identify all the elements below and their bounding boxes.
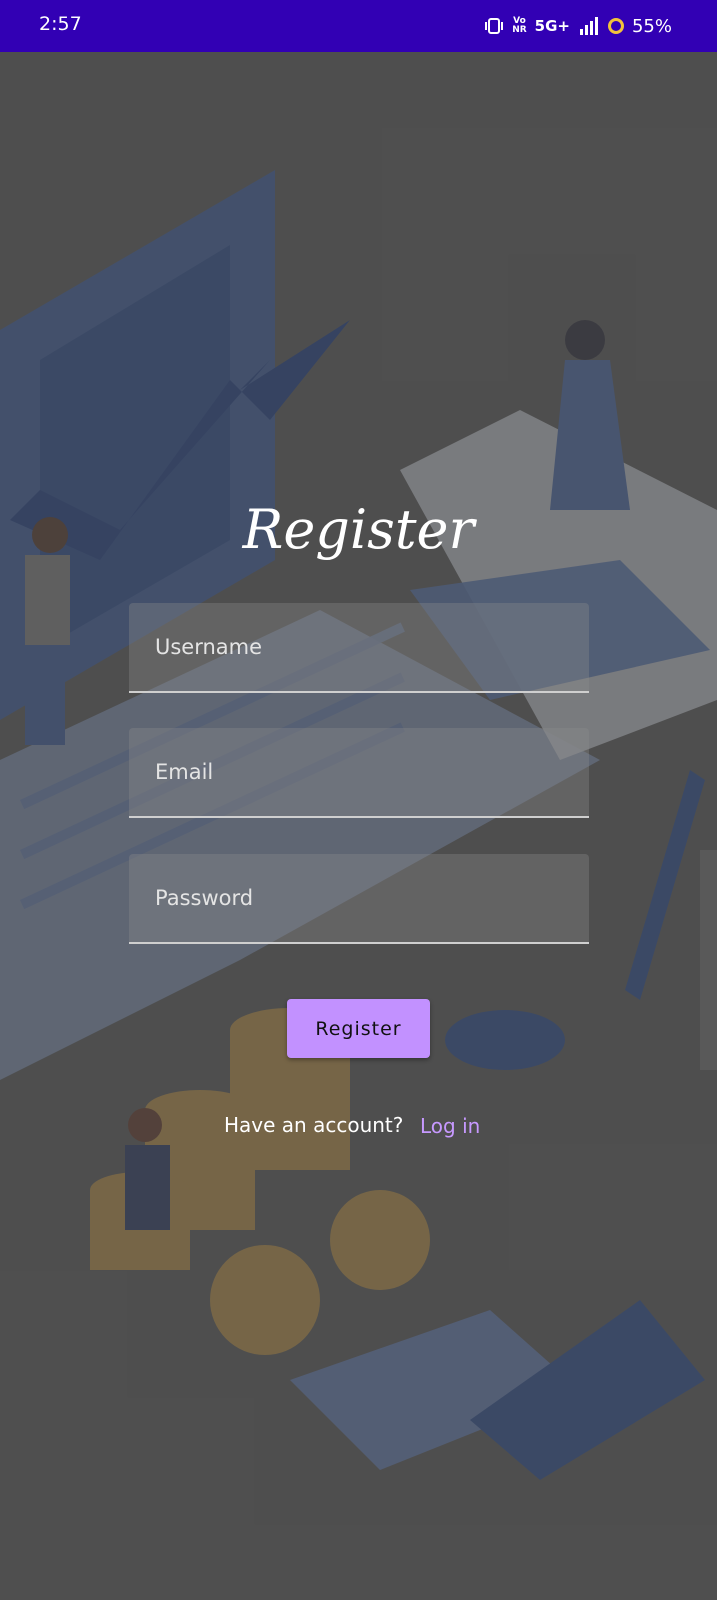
username-input[interactable]	[129, 603, 589, 691]
password-input[interactable]	[129, 854, 589, 942]
battery-saver-icon	[607, 18, 624, 34]
email-input[interactable]	[129, 728, 589, 816]
status-bar: 2:57 Vo NR 5G+ 55%	[0, 0, 717, 52]
login-link[interactable]: Log in	[420, 1114, 480, 1138]
network-type: 5G+	[534, 17, 570, 35]
volte-icon: Vo NR	[512, 16, 527, 35]
vibrate-icon	[485, 18, 504, 34]
battery-percent: 55%	[631, 15, 672, 37]
dim-overlay	[0, 52, 717, 1600]
page-title: Register	[242, 498, 475, 561]
status-time: 2:57	[39, 13, 82, 35]
have-account-text: Have an account?	[224, 1113, 404, 1137]
username-field[interactable]	[129, 603, 589, 693]
register-button[interactable]: Register	[287, 999, 430, 1058]
password-field[interactable]	[129, 854, 589, 944]
email-field[interactable]	[129, 728, 589, 818]
signal-icon	[579, 17, 598, 35]
status-icons: Vo NR 5G+ 55%	[484, 12, 672, 40]
